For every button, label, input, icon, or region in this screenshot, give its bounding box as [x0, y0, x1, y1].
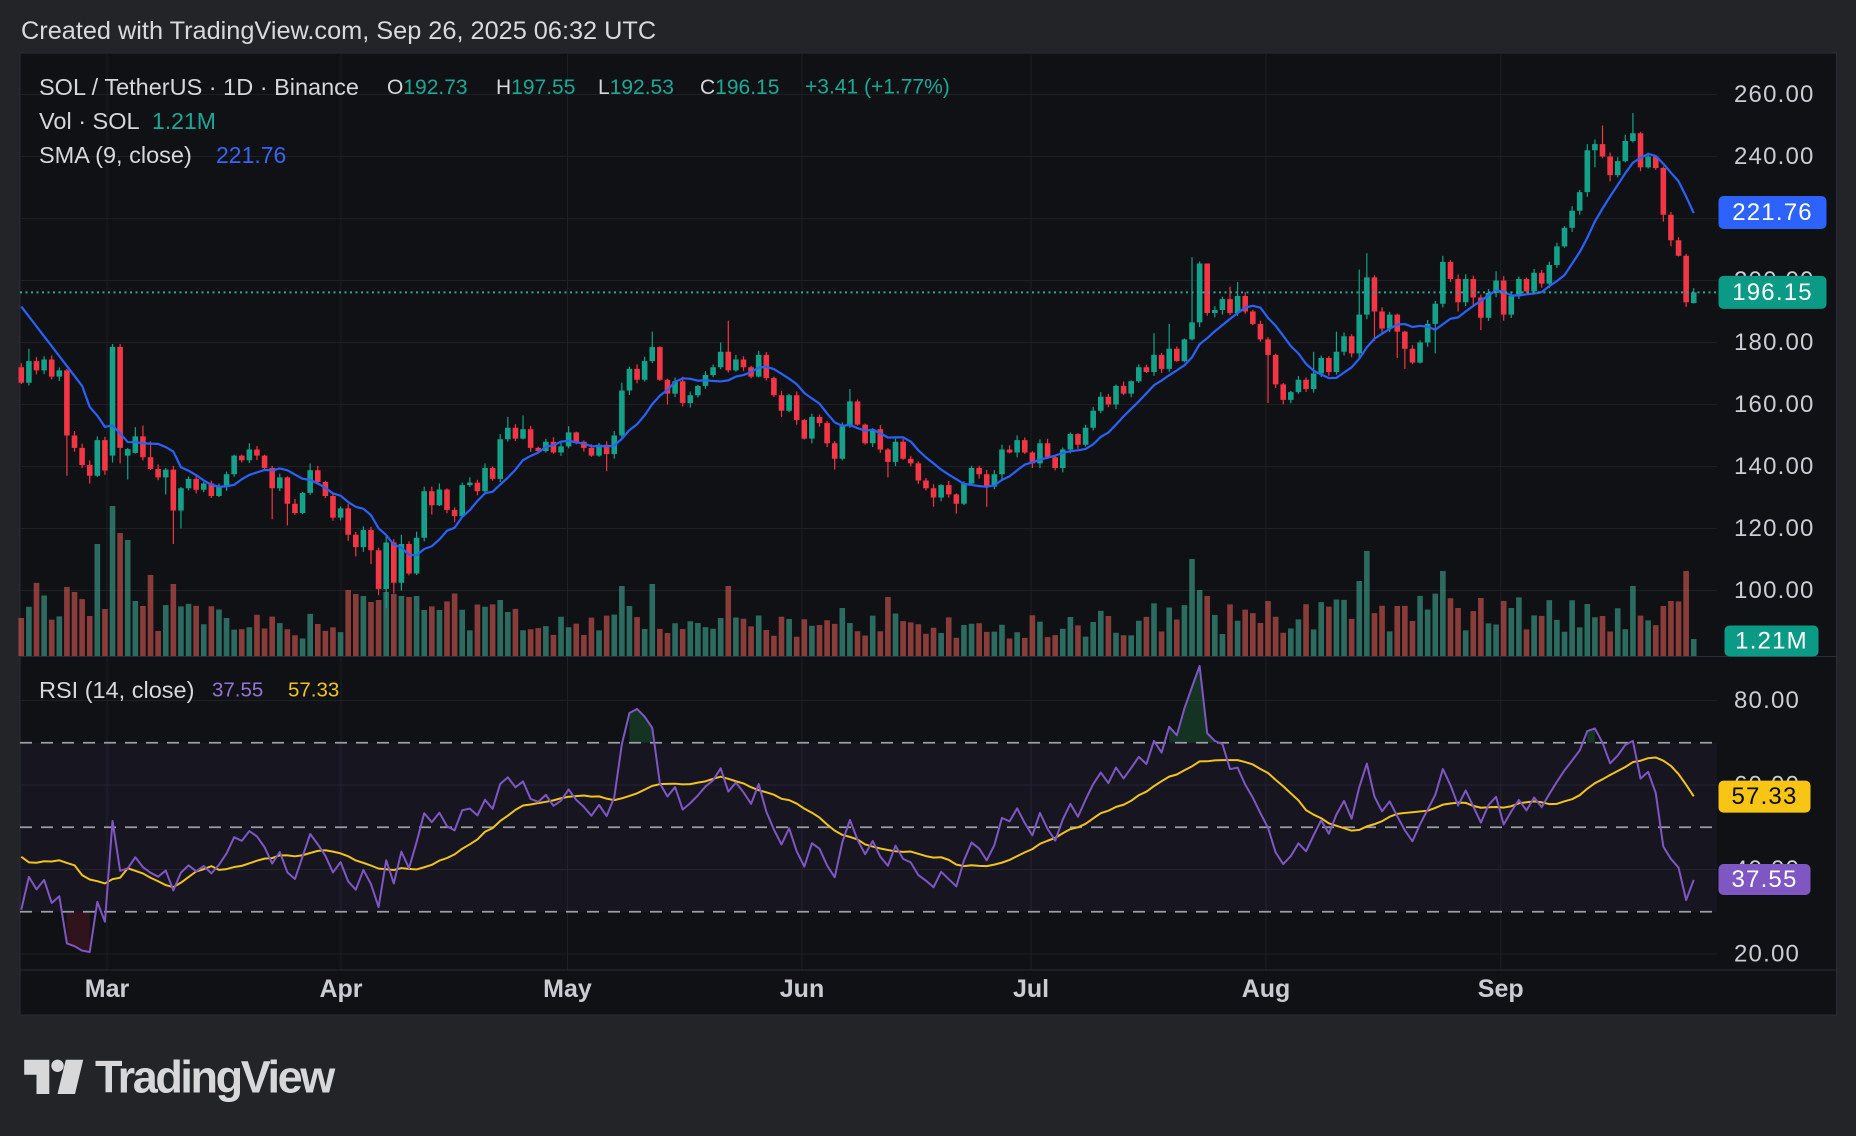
- svg-text:20.00: 20.00: [1734, 941, 1800, 968]
- svg-text:Created with TradingView.com,: Created with TradingView.com, Sep 26, 20…: [21, 17, 656, 45]
- svg-text:H197.55: H197.55: [496, 76, 575, 99]
- svg-text:37.55: 37.55: [1731, 866, 1797, 893]
- svg-text:SMA (9, close): SMA (9, close): [39, 142, 192, 168]
- svg-text:+3.41 (+1.77%): +3.41 (+1.77%): [805, 76, 950, 99]
- svg-text:1.21M: 1.21M: [1735, 628, 1808, 655]
- svg-text:Vol · SOL: Vol · SOL: [39, 108, 140, 134]
- svg-text:Apr: Apr: [319, 975, 362, 1003]
- svg-text:57.33: 57.33: [1731, 783, 1797, 810]
- svg-text:Jul: Jul: [1013, 975, 1049, 1003]
- svg-text:Aug: Aug: [1242, 975, 1291, 1003]
- svg-text:Sep: Sep: [1478, 975, 1524, 1003]
- svg-text:SOL / TetherUS · 1D · Binance: SOL / TetherUS · 1D · Binance: [39, 74, 359, 100]
- svg-text:Mar: Mar: [85, 975, 130, 1003]
- svg-text:C196.15: C196.15: [700, 76, 779, 99]
- svg-text:TradingView: TradingView: [95, 1052, 336, 1103]
- svg-text:May: May: [543, 975, 592, 1003]
- svg-text:O192.73: O192.73: [387, 76, 468, 99]
- svg-text:140.00: 140.00: [1734, 453, 1815, 480]
- svg-text:80.00: 80.00: [1734, 687, 1800, 714]
- svg-text:196.15: 196.15: [1732, 279, 1813, 306]
- svg-text:RSI (14, close): RSI (14, close): [39, 677, 194, 703]
- svg-text:221.76: 221.76: [1732, 199, 1813, 226]
- svg-text:240.00: 240.00: [1734, 143, 1815, 170]
- svg-text:Jun: Jun: [780, 975, 824, 1003]
- svg-text:57.33: 57.33: [288, 679, 339, 702]
- svg-text:100.00: 100.00: [1734, 577, 1815, 604]
- svg-text:260.00: 260.00: [1734, 81, 1815, 108]
- svg-text:1.21M: 1.21M: [152, 108, 216, 134]
- svg-text:37.55: 37.55: [212, 679, 263, 702]
- svg-text:120.00: 120.00: [1734, 515, 1815, 542]
- svg-text:160.00: 160.00: [1734, 391, 1815, 418]
- svg-text:L192.53: L192.53: [598, 76, 674, 99]
- svg-text:221.76: 221.76: [216, 142, 286, 168]
- svg-text:180.00: 180.00: [1734, 329, 1815, 356]
